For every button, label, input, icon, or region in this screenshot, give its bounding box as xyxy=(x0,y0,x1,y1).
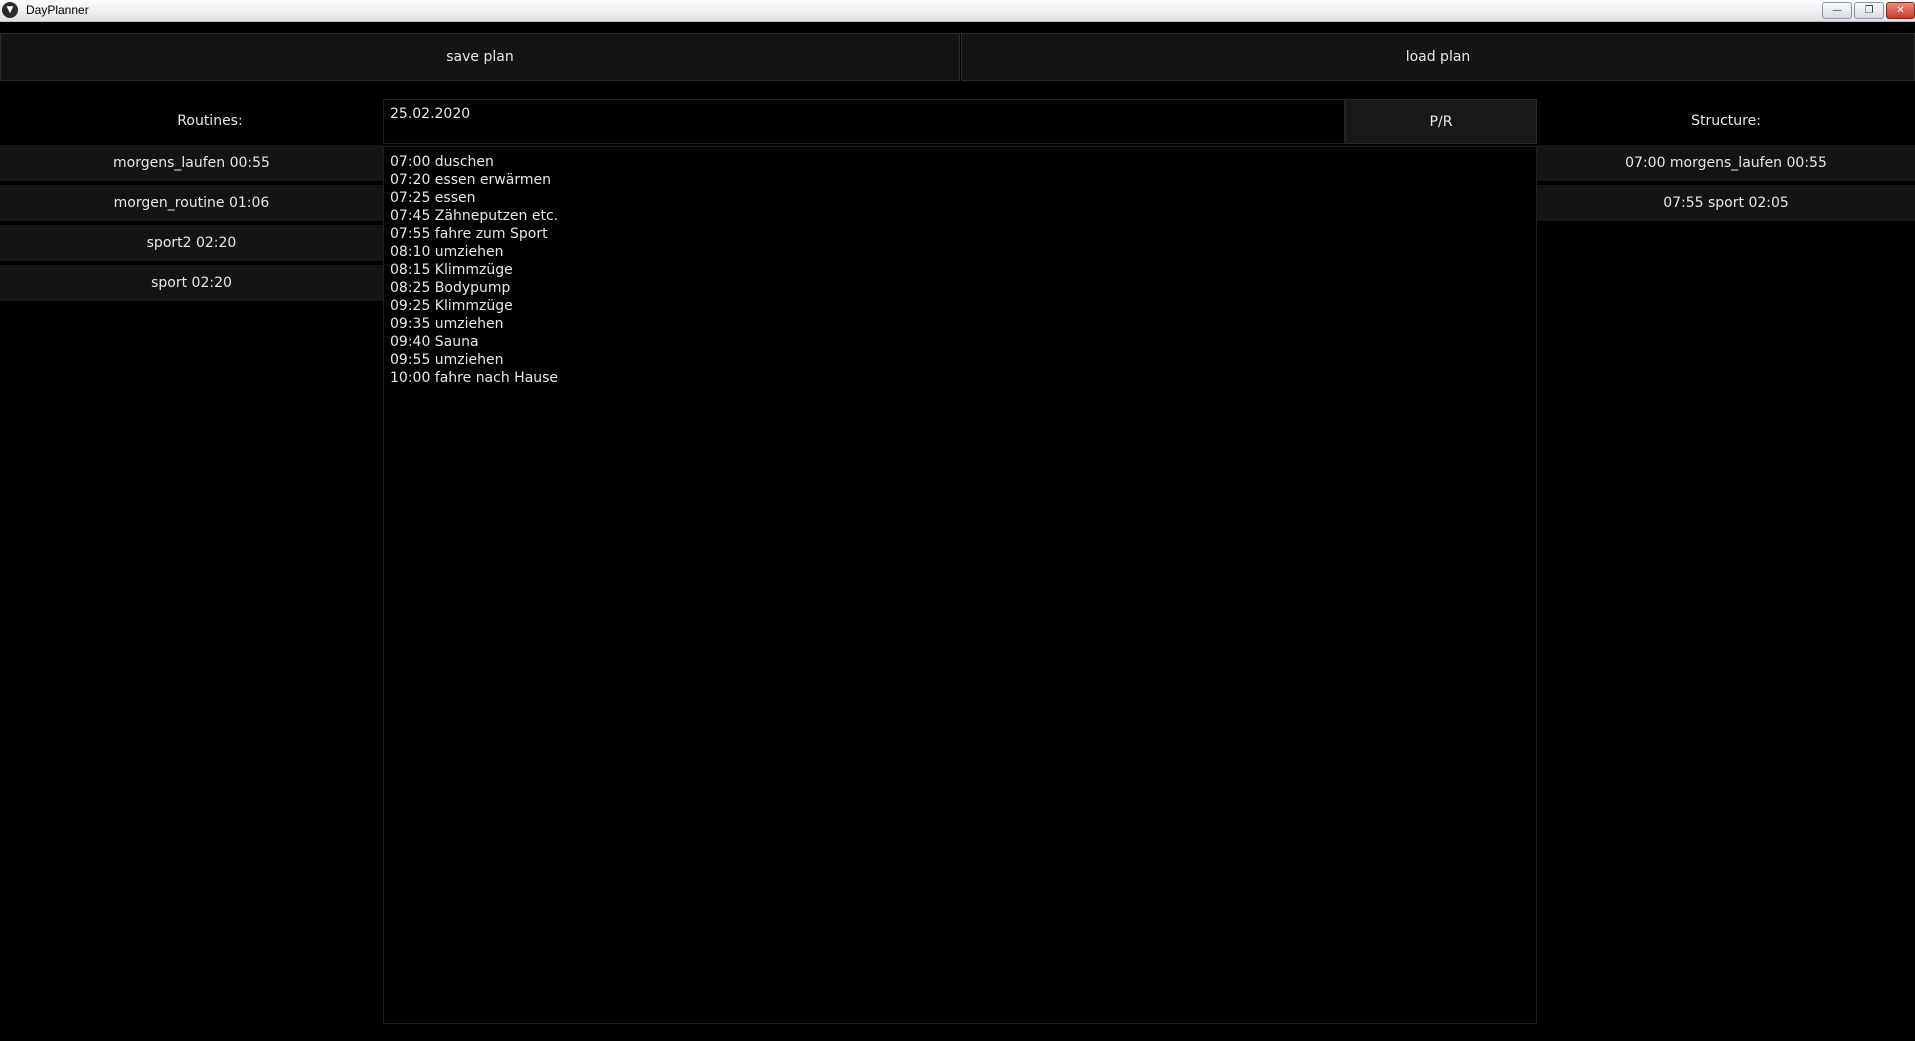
close-icon[interactable]: ✕ xyxy=(1886,2,1915,19)
app-logo-icon: ▼ xyxy=(2,2,18,18)
plan-line: 09:55 umziehen xyxy=(390,352,504,368)
routine-item[interactable]: morgens_laufen 00:55 xyxy=(0,145,383,183)
plan-text-area[interactable]: 07:00 duschen 07:20 essen erwärmen 07:25… xyxy=(383,146,1537,1024)
plan-line: 08:10 umziehen xyxy=(390,244,504,260)
plan-line: 08:15 Klimmzüge xyxy=(390,262,513,278)
plan-line: 10:00 fahre nach Hause xyxy=(390,370,559,386)
plan-line: 07:20 essen erwärmen xyxy=(390,172,551,188)
plan-line: 09:40 Sauna xyxy=(390,334,479,350)
restore-icon[interactable]: ❐ xyxy=(1854,2,1884,19)
title-bar: ▼ DayPlanner — ❐ ✕ xyxy=(0,0,1915,22)
save-plan-button[interactable]: save plan xyxy=(0,33,960,81)
plan-line: 07:45 Zähneputzen etc. xyxy=(390,208,559,224)
load-plan-button[interactable]: load plan xyxy=(961,33,1915,81)
window-title: DayPlanner xyxy=(26,3,89,17)
plan-line: 07:25 essen xyxy=(390,190,476,206)
routine-item[interactable]: sport 02:20 xyxy=(0,265,383,303)
structure-item[interactable]: 07:00 morgens_laufen 00:55 xyxy=(1537,145,1915,183)
plan-line: 09:25 Klimmzüge xyxy=(390,298,513,314)
routine-item[interactable]: morgen_routine 01:06 xyxy=(0,185,383,223)
routines-heading: Routines: xyxy=(177,113,243,129)
plan-line: 09:35 umziehen xyxy=(390,316,504,332)
pr-button[interactable]: P/R xyxy=(1345,99,1537,144)
plan-line: 07:55 fahre zum Sport xyxy=(390,226,548,242)
plan-line: 08:25 Bodypump xyxy=(390,280,511,296)
routine-item[interactable]: sport2 02:20 xyxy=(0,225,383,263)
minimize-icon[interactable]: — xyxy=(1822,2,1852,19)
date-field[interactable]: 25.02.2020 xyxy=(383,99,1345,144)
plan-line: 07:00 duschen xyxy=(390,154,494,170)
structure-heading: Structure: xyxy=(1691,113,1761,129)
structure-item[interactable]: 07:55 sport 02:05 xyxy=(1537,185,1915,223)
